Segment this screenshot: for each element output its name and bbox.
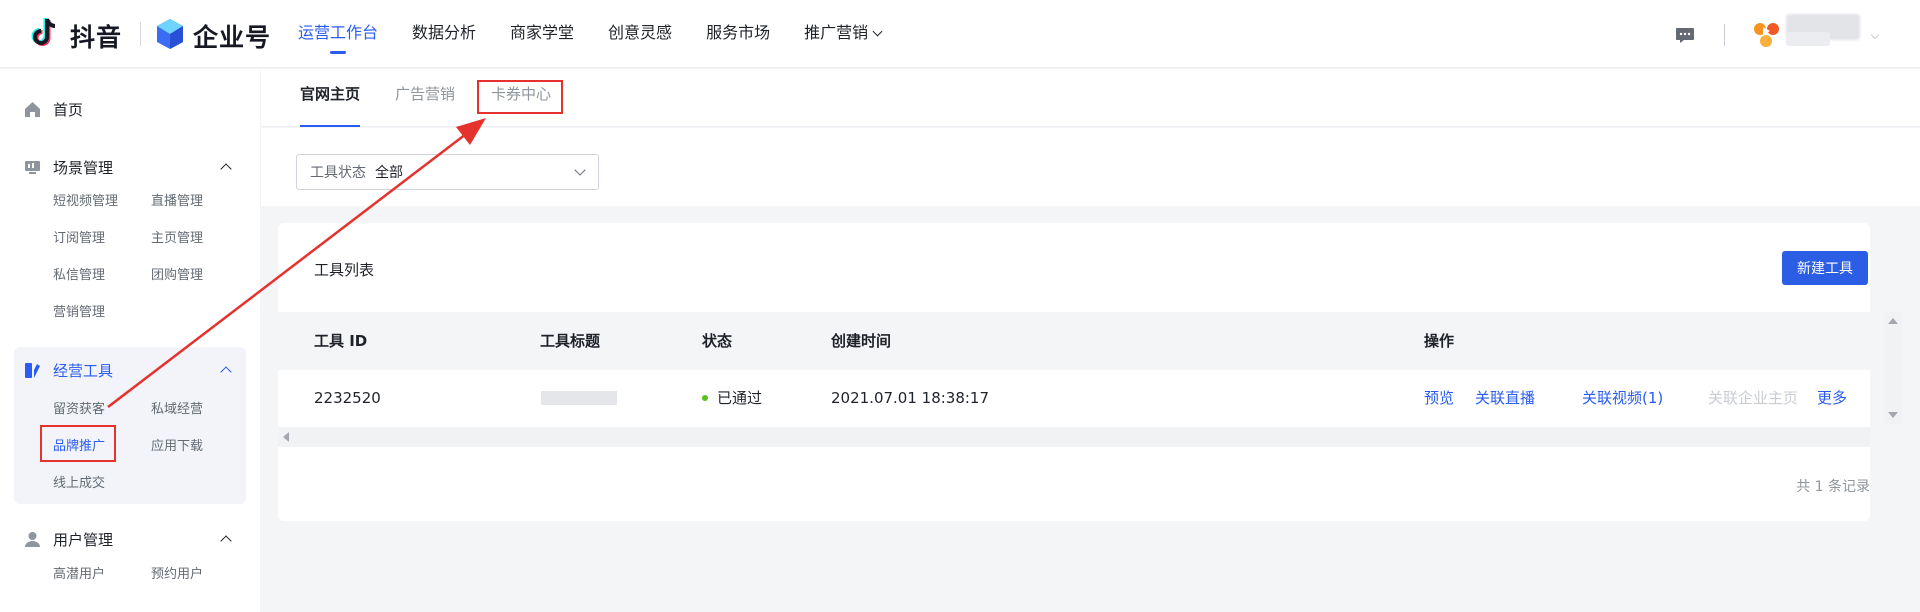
column-header-tool-id: 工具 ID — [314, 332, 368, 350]
status-dot-icon — [702, 395, 708, 401]
top-nav: 运营工作台 数据分析 商家学堂 创意灵感 服务市场 推广营销 — [298, 0, 915, 68]
header-divider — [1724, 24, 1725, 46]
enterprise-logo-text: 企业号 — [193, 23, 272, 52]
account-logo-icon[interactable] — [1752, 20, 1782, 50]
column-header-status: 状态 — [702, 332, 733, 350]
action-link-enterprise-home: 关联企业主页 — [1708, 389, 1799, 407]
chevron-up-icon[interactable] — [220, 366, 232, 378]
column-header-tool-title: 工具标题 — [540, 332, 601, 350]
topnav-creative-inspiration[interactable]: 创意灵感 — [608, 0, 672, 68]
column-header-actions: 操作 — [1424, 332, 1455, 350]
sidebar-item-group-buy[interactable]: 团购管理 — [151, 264, 203, 283]
scroll-up-icon[interactable] — [1888, 318, 1898, 324]
logo-divider — [140, 22, 141, 46]
column-header-created: 创建时间 — [831, 332, 892, 350]
sidebar-item-home[interactable]: 首页 — [24, 99, 83, 119]
tool-list-card: 工具列表 新建工具 工具 ID 工具标题 状态 创建时间 操作 2232520 … — [278, 223, 1870, 521]
sidebar-item-private-message[interactable]: 私信管理 — [53, 264, 105, 283]
action-link-video[interactable]: 关联视频(1) — [1582, 370, 1663, 427]
tab-ad-marketing[interactable]: 广告营销 — [395, 69, 455, 127]
chevron-down-icon — [872, 26, 883, 37]
chevron-up-icon[interactable] — [220, 163, 232, 175]
sidebar-section-user: 用户管理 高潜用户 预约用户 — [14, 529, 246, 609]
topnav-promotion-marketing[interactable]: 推广营销 — [804, 0, 883, 68]
tab-official-homepage[interactable]: 官网主页 — [300, 69, 361, 127]
action-preview[interactable]: 预览 — [1424, 370, 1454, 427]
sidebar-item-high-potential[interactable]: 高潜用户 — [53, 563, 105, 582]
scroll-left-icon[interactable] — [283, 432, 289, 442]
card-title: 工具列表 — [314, 261, 375, 279]
topnav-operations-workbench[interactable]: 运营工作台 — [298, 0, 378, 68]
scroll-down-icon[interactable] — [1888, 412, 1898, 418]
sidebar-item-homepage[interactable]: 主页管理 — [151, 227, 203, 246]
tools-icon — [25, 362, 40, 378]
sidebar-section-scene-header[interactable]: 场景管理 — [24, 157, 113, 177]
sidebar-section-scene: 场景管理 短视频管理 直播管理 订阅管理 主页管理 私信管理 团购管理 营销管理 — [14, 157, 246, 327]
sidebar-item-marketing[interactable]: 营销管理 — [53, 301, 105, 320]
enterprise-logo-icon[interactable] — [155, 17, 185, 51]
monitor-icon — [25, 160, 40, 174]
cell-tool-title-redacted — [541, 391, 617, 405]
new-tool-button[interactable]: 新建工具 — [1782, 251, 1868, 285]
tool-status-select[interactable]: 工具状态 全部 — [296, 154, 599, 190]
highlight-box-coupon-tab — [477, 80, 563, 114]
chevron-down-icon[interactable] — [1870, 30, 1880, 40]
table-header: 工具 ID 工具标题 状态 创建时间 操作 — [278, 312, 1870, 370]
top-header: 抖音 企业号 运营工作台 数据分析 商家学堂 创意灵感 服务市场 推广营销 — [0, 0, 1920, 68]
sidebar-section-user-header[interactable]: 用户管理 — [24, 529, 113, 549]
vertical-scrollbar[interactable] — [1885, 312, 1902, 424]
cell-tool-id: 2232520 — [314, 389, 381, 407]
account-subname-redacted — [1786, 32, 1830, 46]
chevron-up-icon[interactable] — [220, 535, 232, 547]
topnav-data-analysis[interactable]: 数据分析 — [412, 0, 476, 68]
sidebar-item-app-download[interactable]: 应用下载 — [151, 435, 203, 454]
sidebar-item-online-deal[interactable]: 线上成交 — [53, 472, 105, 491]
sidebar-item-live[interactable]: 直播管理 — [151, 190, 203, 209]
total-records: 共 1 条记录 — [1796, 479, 1870, 495]
filter-bar: 工具状态 全部 — [261, 128, 1920, 206]
cell-created-time: 2021.07.01 18:38:17 — [831, 389, 990, 407]
sidebar-item-lead-gen[interactable]: 留资获客 — [53, 398, 105, 417]
cell-status: 已通过 — [702, 370, 762, 427]
highlight-box-brand-promotion — [40, 425, 116, 462]
home-icon — [25, 101, 40, 117]
topnav-merchant-school[interactable]: 商家学堂 — [510, 0, 574, 68]
topnav-service-market[interactable]: 服务市场 — [706, 0, 770, 68]
sidebar-item-reserved[interactable]: 预约用户 — [151, 563, 203, 582]
sidebar-item-subscription[interactable]: 订阅管理 — [53, 227, 105, 246]
sidebar-section-business-tools-header[interactable]: 经营工具 — [24, 360, 113, 380]
user-icon — [25, 531, 40, 547]
sidebar: 首页 场景管理 短视频管理 直播管理 订阅管理 主页管理 私信管理 团购管理 营… — [0, 69, 260, 612]
table-row: 2232520 已通过 2021.07.01 18:38:17 预览 关联直播 … — [278, 370, 1870, 427]
sidebar-item-short-video[interactable]: 短视频管理 — [53, 190, 118, 209]
douyin-logo-text: 抖音 — [70, 23, 123, 52]
action-link-live[interactable]: 关联直播 — [1475, 370, 1535, 427]
action-more[interactable]: 更多 — [1817, 370, 1847, 427]
chevron-down-icon — [574, 164, 586, 176]
sidebar-item-private-domain[interactable]: 私域经营 — [151, 398, 203, 417]
douyin-logo-icon[interactable] — [30, 16, 60, 50]
horizontal-scrollbar[interactable] — [278, 427, 1870, 447]
message-icon[interactable] — [1675, 27, 1695, 44]
